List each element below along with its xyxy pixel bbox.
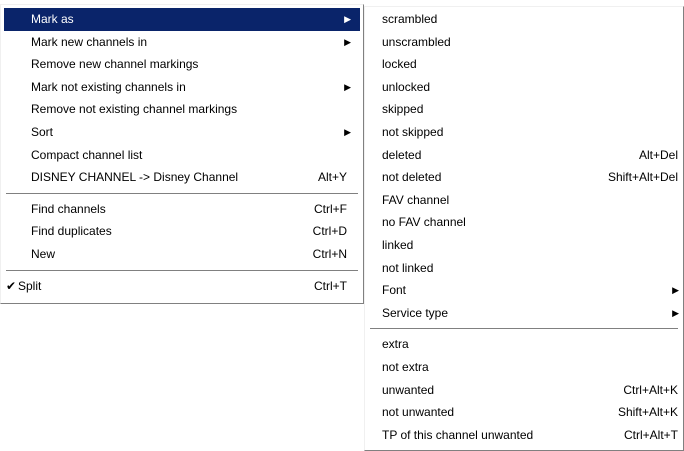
menu-separator	[4, 189, 360, 198]
submenu-item-tp-unwanted[interactable]: TP of this channel unwanted Ctrl+Alt+T	[368, 424, 680, 447]
submenu-item-not-skipped[interactable]: not skipped	[368, 121, 680, 144]
menu-item-shortcut: Ctrl+Alt+K	[623, 382, 678, 397]
menu-item-label: extra	[382, 337, 409, 352]
menu-item-mark-new-channels-in[interactable]: Mark new channels in ▶	[4, 31, 360, 54]
submenu-arrow-icon: ▶	[344, 81, 351, 92]
menu-item-label: Service type	[382, 305, 449, 320]
menu-item-label: unscrambled	[382, 34, 451, 49]
context-menu: Mark as ▶ Mark new channels in ▶ Remove …	[0, 4, 364, 304]
submenu-arrow-icon: ▶	[344, 14, 351, 24]
menu-item-label: Remove not existing channel markings	[31, 102, 238, 117]
submenu-item-not-extra[interactable]: not extra	[368, 356, 680, 379]
menu-item-rename-disney-channel[interactable]: DISNEY CHANNEL -> Disney Channel Alt+Y	[4, 166, 360, 189]
menu-item-label: deleted	[382, 147, 422, 162]
submenu-arrow-icon: ▶	[344, 36, 351, 47]
submenu-item-scrambled[interactable]: scrambled	[368, 8, 680, 31]
menu-item-shortcut: Ctrl+D	[312, 224, 347, 239]
menu-item-label: skipped	[382, 102, 424, 117]
menu-separator	[368, 324, 680, 333]
menu-item-mark-as[interactable]: Mark as ▶	[4, 8, 360, 31]
menu-item-label: no FAV channel	[382, 215, 466, 230]
submenu-item-no-fav-channel[interactable]: no FAV channel	[368, 211, 680, 234]
menu-item-label: unwanted	[382, 382, 435, 397]
menu-item-label: locked	[382, 57, 417, 72]
menu-item-label: Find channels	[31, 201, 106, 216]
menu-item-label: DISNEY CHANNEL -> Disney Channel	[31, 170, 239, 185]
menu-item-label: Compact channel list	[31, 147, 143, 162]
menu-item-mark-not-existing-channels-in[interactable]: Mark not existing channels in ▶	[4, 76, 360, 99]
menu-item-label: TP of this channel unwanted	[382, 427, 534, 442]
menu-item-label: not unwanted	[382, 405, 455, 420]
menu-separator	[4, 266, 360, 275]
menu-item-label: Mark not existing channels in	[31, 79, 186, 94]
submenu-arrow-icon: ▶	[344, 126, 351, 137]
menu-item-label: Sort	[31, 124, 54, 139]
submenu-item-locked[interactable]: locked	[368, 53, 680, 76]
menu-item-new[interactable]: New Ctrl+N	[4, 243, 360, 266]
menu-item-label: unlocked	[382, 79, 431, 94]
menu-item-compact-channel-list[interactable]: Compact channel list	[4, 144, 360, 167]
menu-item-remove-not-existing-channel-markings[interactable]: Remove not existing channel markings	[4, 98, 360, 121]
submenu-item-not-unwanted[interactable]: not unwanted Shift+Alt+K	[368, 401, 680, 424]
submenu-item-fav-channel[interactable]: FAV channel	[368, 189, 680, 212]
submenu-item-skipped[interactable]: skipped	[368, 98, 680, 121]
mark-as-submenu: scrambled unscrambled locked unlocked sk…	[364, 6, 684, 451]
menu-item-label: not deleted	[382, 170, 442, 185]
menu-item-sort[interactable]: Sort ▶	[4, 121, 360, 144]
menu-item-label: Mark new channels in	[31, 34, 148, 49]
menu-item-shortcut: Shift+Alt+Del	[607, 170, 678, 185]
menu-item-find-channels[interactable]: Find channels Ctrl+F	[4, 198, 360, 221]
submenu-arrow-icon: ▶	[672, 307, 679, 318]
menu-item-label: not extra	[382, 359, 429, 374]
menu-item-shortcut: Ctrl+T	[314, 278, 347, 293]
submenu-item-extra[interactable]: extra	[368, 333, 680, 356]
menu-item-label: scrambled	[382, 12, 438, 26]
menu-item-label: New	[31, 246, 56, 261]
menu-item-shortcut: Ctrl+F	[314, 201, 347, 216]
menu-item-label: FAV channel	[382, 192, 450, 207]
menu-item-label: Mark as	[31, 12, 74, 26]
submenu-item-not-deleted[interactable]: not deleted Shift+Alt+Del	[368, 166, 680, 189]
submenu-item-font[interactable]: Font ▶	[368, 279, 680, 302]
submenu-item-unlocked[interactable]: unlocked	[368, 76, 680, 99]
menu-item-label: linked	[382, 237, 414, 252]
menu-item-label: not skipped	[382, 124, 444, 139]
submenu-item-service-type[interactable]: Service type ▶	[368, 302, 680, 325]
menu-item-label: Find duplicates	[31, 224, 112, 239]
menu-item-label: Font	[382, 283, 407, 298]
checkmark-icon: ✔	[6, 278, 17, 293]
submenu-item-unwanted[interactable]: unwanted Ctrl+Alt+K	[368, 379, 680, 402]
submenu-arrow-icon: ▶	[672, 285, 679, 296]
submenu-item-linked[interactable]: linked	[368, 234, 680, 257]
menu-item-shortcut: Ctrl+N	[312, 246, 347, 261]
submenu-item-not-linked[interactable]: not linked	[368, 257, 680, 280]
menu-item-shortcut: Shift+Alt+K	[617, 405, 678, 420]
menu-item-split[interactable]: ✔ Split Ctrl+T	[4, 275, 360, 298]
submenu-item-unscrambled[interactable]: unscrambled	[368, 31, 680, 54]
menu-item-shortcut: Ctrl+Alt+T	[623, 427, 678, 442]
menu-item-shortcut: Alt+Y	[317, 170, 347, 185]
menu-item-remove-new-channel-markings[interactable]: Remove new channel markings	[4, 53, 360, 76]
menu-item-shortcut: Alt+Del	[638, 147, 678, 162]
submenu-item-deleted[interactable]: deleted Alt+Del	[368, 144, 680, 167]
menu-item-label: Remove new channel markings	[31, 57, 199, 72]
menu-item-find-duplicates[interactable]: Find duplicates Ctrl+D	[4, 220, 360, 243]
menu-item-label: not linked	[382, 260, 434, 275]
menu-item-label: Split	[18, 278, 42, 293]
